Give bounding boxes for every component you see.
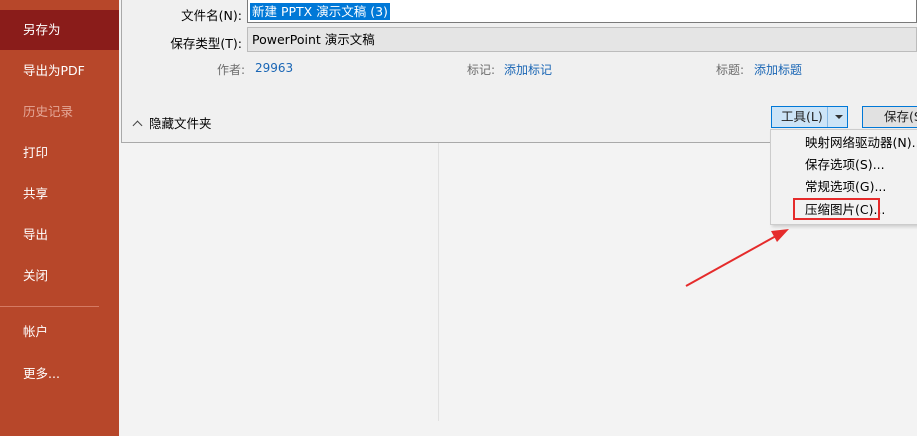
annotation-arrow-icon — [685, 229, 789, 287]
